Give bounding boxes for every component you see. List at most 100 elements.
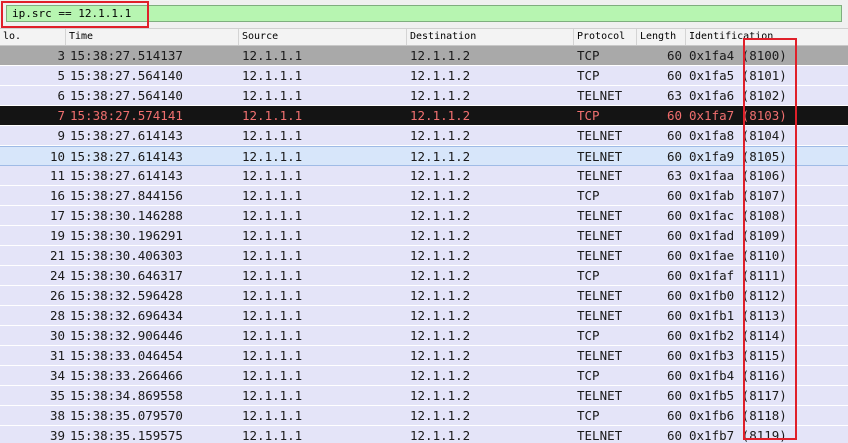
column-header-identification[interactable]: Identification [686, 29, 848, 45]
packet-row[interactable]: 38 15:38:35.079570 12.1.1.1 12.1.1.2 TCP 60 0x… [0, 406, 848, 426]
packet-row[interactable]: 3 15:38:27.514137 12.1.1.1 12.1.1.2 TCP 60 0x1… [0, 46, 848, 66]
packet-source: 12.1.1.1 [242, 68, 303, 83]
packet-source: 12.1.1.1 [242, 368, 303, 383]
packet-source: 12.1.1.1 [242, 208, 303, 223]
packet-time: 15:38:27.614143 [70, 168, 183, 183]
column-header-destination[interactable]: Destination [407, 29, 574, 45]
packet-row[interactable]: 39 15:38:35.159575 12.1.1.1 12.1.1.2 TELNET 6… [0, 426, 848, 443]
packet-number: 19 [49, 228, 65, 243]
column-header-length[interactable]: Length [637, 29, 686, 45]
packet-time: 15:38:27.574141 [70, 108, 183, 123]
packet-row[interactable]: 31 15:38:33.046454 12.1.1.1 12.1.1.2 TELNET 6… [0, 346, 848, 366]
packet-protocol: TCP [577, 188, 600, 203]
column-header-source[interactable]: Source [239, 29, 407, 45]
packet-source: 12.1.1.1 [242, 388, 303, 403]
packet-number: 31 [49, 348, 65, 363]
packet-list-header: lo. Time Source Destination Protocol Len… [0, 29, 848, 46]
packet-identification: 0x1fa6 (8102) [689, 88, 787, 103]
packet-row[interactable]: 35 15:38:34.869558 12.1.1.1 12.1.1.2 TELNET 6… [0, 386, 848, 406]
packet-destination: 12.1.1.2 [410, 428, 471, 443]
packet-identification: 0x1fb5 (8117) [689, 388, 787, 403]
packet-row[interactable]: 17 15:38:30.146288 12.1.1.1 12.1.1.2 TELNET 6… [0, 206, 848, 226]
packet-number: 3 [57, 48, 65, 63]
packet-source: 12.1.1.1 [242, 108, 303, 123]
packet-identification: 0x1faf (8111) [689, 268, 787, 283]
packet-row[interactable]: 16 15:38:27.844156 12.1.1.1 12.1.1.2 TCP 60 0x… [0, 186, 848, 206]
packet-identification: 0x1fa8 (8104) [689, 128, 787, 143]
packet-protocol: TELNET [577, 348, 623, 363]
packet-length: 60 [666, 248, 682, 263]
packet-destination: 12.1.1.2 [410, 168, 471, 183]
packet-row[interactable]: 11 15:38:27.614143 12.1.1.1 12.1.1.2 TELNET 6… [0, 166, 848, 186]
packet-time: 15:38:33.046454 [70, 348, 183, 363]
packet-time: 15:38:32.696434 [70, 308, 183, 323]
packet-time: 15:38:27.844156 [70, 188, 183, 203]
packet-identification: 0x1faa (8106) [689, 168, 787, 183]
packet-number: 21 [49, 248, 65, 263]
packet-protocol: TCP [577, 268, 600, 283]
packet-protocol: TELNET [577, 88, 623, 103]
packet-row[interactable]: 5 15:38:27.564140 12.1.1.1 12.1.1.2 TCP 60 0x1… [0, 66, 848, 86]
packet-identification: 0x1fa7 (8103) [689, 108, 787, 123]
packet-destination: 12.1.1.2 [410, 68, 471, 83]
packet-time: 15:38:35.159575 [70, 428, 183, 443]
packet-row[interactable]: 30 15:38:32.906446 12.1.1.1 12.1.1.2 TCP 60 0x… [0, 326, 848, 346]
packet-destination: 12.1.1.2 [410, 248, 471, 263]
packet-row[interactable]: 9 15:38:27.614143 12.1.1.1 12.1.1.2 TELNET 60… [0, 126, 848, 146]
packet-identification: 0x1fa9 (8105) [689, 149, 787, 164]
packet-length: 60 [666, 68, 682, 83]
packet-length: 60 [666, 208, 682, 223]
packet-source: 12.1.1.1 [242, 88, 303, 103]
packet-time: 15:38:30.146288 [70, 208, 183, 223]
packet-time: 15:38:27.614143 [70, 128, 183, 143]
packet-row[interactable]: 28 15:38:32.696434 12.1.1.1 12.1.1.2 TELNET 6… [0, 306, 848, 326]
packet-row[interactable]: 34 15:38:33.266466 12.1.1.1 12.1.1.2 TCP 60 0x… [0, 366, 848, 386]
packet-number: 24 [49, 268, 65, 283]
packet-protocol: TELNET [577, 228, 623, 243]
packet-length: 60 [666, 228, 682, 243]
column-header-protocol[interactable]: Protocol [574, 29, 637, 45]
packet-destination: 12.1.1.2 [410, 388, 471, 403]
packet-row[interactable]: 10 15:38:27.614143 12.1.1.1 12.1.1.2 TELNET 6… [0, 146, 848, 166]
packet-number: 5 [57, 68, 65, 83]
packet-source: 12.1.1.1 [242, 348, 303, 363]
packet-row[interactable]: 6 15:38:27.564140 12.1.1.1 12.1.1.2 TELNET 63… [0, 86, 848, 106]
column-header-no[interactable]: lo. [0, 29, 66, 45]
packet-protocol: TELNET [577, 308, 623, 323]
packet-protocol: TELNET [577, 149, 623, 164]
packet-time: 15:38:35.079570 [70, 408, 183, 423]
packet-length: 60 [666, 308, 682, 323]
packet-identification: 0x1fa4 (8100) [689, 48, 787, 63]
packet-row[interactable]: 7 15:38:27.574141 12.1.1.1 12.1.1.2 TCP 60 0x1… [0, 106, 848, 126]
packet-protocol: TELNET [577, 288, 623, 303]
packet-destination: 12.1.1.2 [410, 188, 471, 203]
packet-number: 26 [49, 288, 65, 303]
packet-length: 60 [666, 108, 682, 123]
packet-destination: 12.1.1.2 [410, 408, 471, 423]
packet-time: 15:38:32.906446 [70, 328, 183, 343]
packet-length: 63 [666, 168, 682, 183]
packet-time: 15:38:32.596428 [70, 288, 183, 303]
column-header-time[interactable]: Time [66, 29, 239, 45]
packet-time: 15:38:30.406303 [70, 248, 183, 263]
packet-time: 15:38:33.266466 [70, 368, 183, 383]
packet-time: 15:38:30.646317 [70, 268, 183, 283]
packet-time: 15:38:27.614143 [70, 149, 183, 164]
packet-time: 15:38:30.196291 [70, 228, 183, 243]
packet-source: 12.1.1.1 [242, 428, 303, 443]
packet-length: 60 [666, 408, 682, 423]
packet-row[interactable]: 26 15:38:32.596428 12.1.1.1 12.1.1.2 TELNET 6… [0, 286, 848, 306]
packet-length: 60 [666, 268, 682, 283]
packet-number: 39 [49, 428, 65, 443]
packet-destination: 12.1.1.2 [410, 268, 471, 283]
packet-row[interactable]: 21 15:38:30.406303 12.1.1.1 12.1.1.2 TELNET 6… [0, 246, 848, 266]
packet-destination: 12.1.1.2 [410, 348, 471, 363]
packet-destination: 12.1.1.2 [410, 288, 471, 303]
packet-length: 60 [666, 149, 682, 164]
packet-row[interactable]: 24 15:38:30.646317 12.1.1.1 12.1.1.2 TCP 60 0x… [0, 266, 848, 286]
packet-length: 60 [666, 368, 682, 383]
packet-number: 30 [49, 328, 65, 343]
packet-row[interactable]: 19 15:38:30.196291 12.1.1.1 12.1.1.2 TELNET 6… [0, 226, 848, 246]
packet-protocol: TCP [577, 368, 600, 383]
display-filter-input[interactable]: ip.src == 12.1.1.1 [6, 5, 842, 22]
